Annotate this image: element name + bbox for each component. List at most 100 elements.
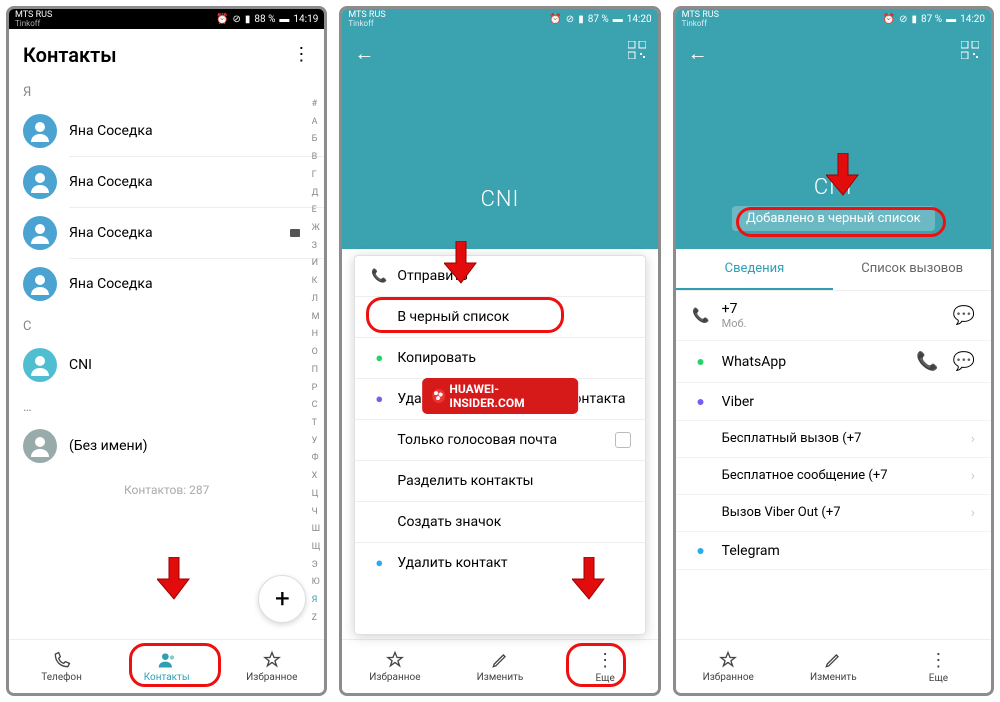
annotation-ring <box>129 643 221 687</box>
annotation-arrow <box>444 241 478 285</box>
battery-icon: ▬ <box>613 14 623 25</box>
chevron-icon: › <box>971 431 975 447</box>
call-icon[interactable]: 📞 <box>916 351 938 372</box>
status-bar: MTS RUS Tinkoff ⏰ ⊘ ▮ 88 % ▬ 14:19 <box>9 9 324 29</box>
clock: 14:20 <box>960 14 985 25</box>
menu-split[interactable]: Разделить контакты <box>355 461 644 502</box>
contact-row[interactable]: Яна Соседка <box>9 106 324 156</box>
menu-shortcut[interactable]: Создать значок <box>355 502 644 543</box>
menu-copy[interactable]: ●Копировать <box>355 338 644 379</box>
tab-fav[interactable]: Избранное <box>342 640 447 693</box>
viber-icon: ● <box>692 393 710 410</box>
contact-row[interactable]: CNI <box>9 340 324 390</box>
message-icon[interactable]: 💬 <box>953 351 975 372</box>
checkbox[interactable] <box>615 432 631 448</box>
message-icon[interactable]: 💬 <box>953 305 975 326</box>
menu-label: Разделить контакты <box>397 473 533 489</box>
tab-phone[interactable]: Телефон <box>9 640 114 693</box>
phone-icon <box>52 650 72 670</box>
menu-label: Только голосовая почта <box>397 432 557 448</box>
star-icon <box>262 650 282 670</box>
chevron-icon: › <box>971 505 975 521</box>
battery-icon: ▬ <box>279 14 289 25</box>
menu-label: Создать значок <box>397 514 501 530</box>
screen-header: Контакты ⋮ <box>9 29 324 75</box>
contact-row[interactable]: Яна Соседка <box>9 208 324 258</box>
chevron-icon: › <box>971 468 975 484</box>
avatar <box>23 114 57 148</box>
phone-icon: 📞 <box>692 308 710 324</box>
phone-row[interactable]: 📞 +7Моб. 💬 <box>676 291 991 341</box>
screen-contact-menu: MTS RUSTinkoff ⏰⊘▮ 87 %▬ 14:20 ← CNI 📞От… <box>339 6 660 696</box>
viber-icon: ● <box>371 391 387 407</box>
tab-fav[interactable]: Избранное <box>676 640 781 693</box>
screen-contacts-list: MTS RUS Tinkoff ⏰ ⊘ ▮ 88 % ▬ 14:19 Конта… <box>6 6 327 696</box>
edit-icon <box>490 650 510 670</box>
battery: 88 % <box>254 14 275 25</box>
status-right: ⏰⊘▮ 87 %▬ 14:20 <box>883 14 985 25</box>
back-icon[interactable]: ← <box>354 41 374 66</box>
contact-row[interactable]: Яна Соседка <box>9 157 324 207</box>
tab-more[interactable]: ⋮ Еще <box>886 640 991 693</box>
back-icon[interactable]: ← <box>688 41 708 66</box>
tab-label: Избранное <box>369 672 420 683</box>
tab-label: Еще <box>929 673 948 684</box>
tab-edit[interactable]: Изменить <box>781 640 886 693</box>
star-icon <box>718 650 738 670</box>
alarm-icon: ⏰ <box>216 14 228 25</box>
annotation-ring <box>366 297 564 333</box>
menu-label: Удалить контакт <box>397 555 507 571</box>
menu-send[interactable]: 📞Отправить <box>355 256 644 297</box>
qr-icon[interactable] <box>628 41 646 63</box>
contact-name: Яна Соседка <box>69 174 153 190</box>
app-label: Viber <box>722 394 975 410</box>
alpha-index[interactable]: #AБВГДЕЖЗИКЛМНОПРСТУФХЦЧШЩЭЮЯZ <box>312 99 321 623</box>
tab-label: Избранное <box>246 672 297 683</box>
clock: 14:19 <box>293 14 318 25</box>
battery-icon: ▬ <box>946 14 956 25</box>
dnd-icon: ⊘ <box>232 14 240 25</box>
tab-label: Изменить <box>810 672 857 683</box>
page-title: Контакты <box>23 43 117 67</box>
contact-row[interactable]: Яна Соседка <box>9 259 324 309</box>
avatar <box>23 165 57 199</box>
viber-freecall[interactable]: Бесплатный вызов (+7› <box>676 421 991 458</box>
contact-name: Яна Соседка <box>69 123 153 139</box>
add-contact-fab[interactable]: + <box>258 575 306 623</box>
screen-contact-detail: MTS RUSTinkoff ⏰⊘▮ 87 %▬ 14:20 ← CNI Доб… <box>673 6 994 696</box>
telegram-icon: ● <box>692 542 710 559</box>
subcarrier: Tinkoff <box>348 20 385 28</box>
viber-row[interactable]: ● Viber <box>676 383 991 421</box>
contacts-count: Контактов: 287 <box>9 471 324 509</box>
viber-out[interactable]: Вызов Viber Out (+7› <box>676 495 991 532</box>
bottom-nav: Избранное Изменить ⋮ Еще <box>676 639 991 693</box>
tab-info[interactable]: Сведения <box>676 249 834 290</box>
more-icon[interactable]: ⋮ <box>292 46 310 64</box>
signal-icon: ▮ <box>912 14 918 25</box>
contact-name: (Без имени) <box>69 438 148 454</box>
tab-label: Избранное <box>703 672 754 683</box>
avatar <box>23 348 57 382</box>
alarm-icon: ⏰ <box>549 14 561 25</box>
status-right: ⏰⊘▮ 87 %▬ 14:20 <box>549 14 651 25</box>
avatar <box>23 429 57 463</box>
contact-name: Яна Соседка <box>69 225 153 241</box>
phone-icon: 📞 <box>371 269 387 284</box>
dnd-icon: ⊘ <box>566 14 574 25</box>
annotation-ring <box>736 207 946 237</box>
more-icon: ⋮ <box>929 650 947 671</box>
clock: 14:20 <box>627 14 652 25</box>
qr-icon[interactable] <box>961 41 979 63</box>
star-icon <box>385 650 405 670</box>
tab-fav[interactable]: Избранное <box>219 640 324 693</box>
menu-voicemail[interactable]: Только голосовая почта <box>355 420 644 461</box>
app-label: Telegram <box>722 543 975 559</box>
viber-freemsg[interactable]: Бесплатное сообщение (+7› <box>676 458 991 495</box>
whatsapp-row[interactable]: ● WhatsApp 📞💬 <box>676 341 991 383</box>
edit-icon <box>823 650 843 670</box>
contact-row[interactable]: (Без имени) <box>9 421 324 471</box>
telegram-row[interactable]: ● Telegram <box>676 532 991 570</box>
tab-calls[interactable]: Список вызовов <box>833 249 991 290</box>
tab-edit[interactable]: Изменить <box>447 640 552 693</box>
tab-label: Изменить <box>477 672 524 683</box>
